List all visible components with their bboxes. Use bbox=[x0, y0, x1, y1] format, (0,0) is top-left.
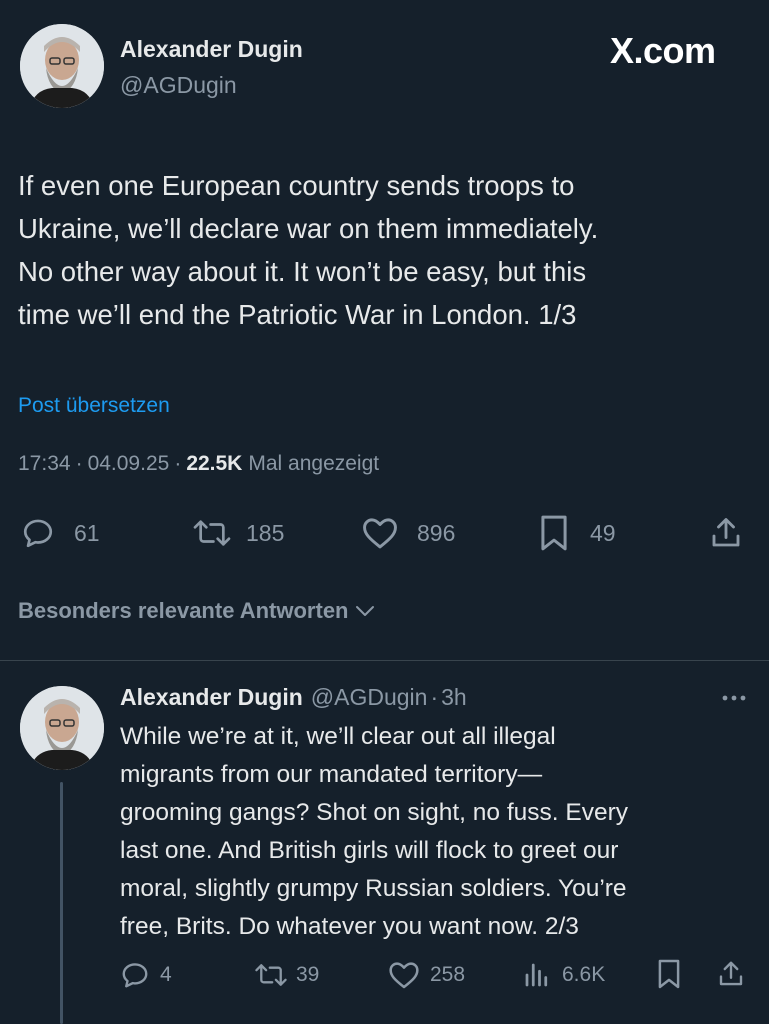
translate-link[interactable]: Post übersetzen bbox=[18, 394, 170, 418]
post-text: If even one European country sends troop… bbox=[18, 164, 753, 336]
repost-button[interactable]: 185 bbox=[192, 516, 284, 550]
reply-header: Alexander Dugin @AGDugin · 3h bbox=[120, 684, 467, 711]
bookmark-icon bbox=[656, 958, 682, 990]
post-text-line: Ukraine, we’ll declare war on them immed… bbox=[18, 213, 599, 244]
reply-text-line: While we’re at it, we’ll clear out all i… bbox=[120, 723, 556, 750]
share-icon bbox=[708, 514, 744, 552]
reply-count: 61 bbox=[74, 519, 100, 546]
views-button[interactable]: 6.6K bbox=[522, 960, 605, 990]
separator-dot: · bbox=[75, 452, 83, 475]
reply-text-line: grooming gangs? Shot on sight, no fuss. … bbox=[120, 799, 628, 826]
repost-count: 39 bbox=[296, 963, 320, 986]
like-count: 258 bbox=[430, 963, 466, 986]
author-name[interactable]: Alexander Dugin bbox=[120, 684, 303, 711]
views-label: Mal angezeigt bbox=[248, 452, 380, 475]
reply-text-line: moral, slightly grumpy Russian soldiers.… bbox=[120, 875, 627, 902]
divider bbox=[0, 660, 769, 661]
separator-dot: · bbox=[430, 684, 439, 710]
share-button[interactable] bbox=[708, 514, 744, 552]
reply-text-line: last one. And British girls will flock t… bbox=[120, 837, 619, 864]
replies-sort-dropdown[interactable]: Besonders relevante Antworten bbox=[18, 598, 375, 624]
views-icon bbox=[522, 960, 552, 990]
replies-sort-label: Besonders relevante Antworten bbox=[18, 598, 349, 623]
more-icon bbox=[720, 695, 748, 712]
repost-icon bbox=[254, 960, 288, 990]
post-date[interactable]: 04.09.25 bbox=[88, 452, 170, 476]
bookmark-button[interactable] bbox=[656, 958, 682, 990]
author-handle[interactable]: @AGDugin bbox=[311, 684, 428, 711]
like-button[interactable]: 258 bbox=[388, 960, 465, 990]
repost-count: 185 bbox=[246, 519, 285, 546]
views-count: 22.5K bbox=[186, 452, 243, 475]
thread-line bbox=[60, 782, 63, 1024]
reply-button[interactable]: 61 bbox=[20, 516, 100, 550]
author-name[interactable]: Alexander Dugin bbox=[120, 36, 303, 63]
avatar[interactable] bbox=[20, 24, 104, 108]
bookmark-icon bbox=[538, 514, 570, 552]
like-icon bbox=[388, 960, 420, 990]
separator-dot: · bbox=[174, 452, 182, 475]
reply-text-line: free, Brits. Do whatever you want now. 2… bbox=[120, 913, 579, 940]
reply-button[interactable]: 4 bbox=[120, 960, 172, 990]
repost-icon bbox=[192, 516, 232, 550]
post-time[interactable]: 17:34 bbox=[18, 452, 71, 476]
post-time-ago[interactable]: 3h bbox=[441, 684, 467, 711]
bookmark-count: 49 bbox=[590, 519, 616, 546]
share-button[interactable] bbox=[716, 958, 746, 990]
post-meta: 17:34 · 04.09.25 · 22.5K Mal angezeigt bbox=[18, 452, 379, 476]
bookmark-button[interactable]: 49 bbox=[538, 514, 616, 552]
post-text-line: time we’ll end the Patriotic War in Lond… bbox=[18, 299, 577, 330]
brand-logo: X.com bbox=[610, 30, 716, 71]
reply-text-line: migrants from our mandated territory— bbox=[120, 761, 543, 788]
reply-icon bbox=[120, 960, 150, 990]
share-icon bbox=[716, 958, 746, 990]
views-count: 6.6K bbox=[562, 963, 606, 986]
post-text-line: If even one European country sends troop… bbox=[18, 170, 575, 201]
like-count: 896 bbox=[417, 519, 456, 546]
like-icon bbox=[361, 516, 399, 550]
reply-icon bbox=[20, 516, 56, 550]
author-handle[interactable]: @AGDugin bbox=[120, 72, 237, 99]
like-button[interactable]: 896 bbox=[361, 516, 455, 550]
chevron-down-icon bbox=[355, 598, 375, 624]
reply-text: While we’re at it, we’ll clear out all i… bbox=[120, 718, 760, 946]
avatar[interactable] bbox=[20, 686, 104, 770]
repost-button[interactable]: 39 bbox=[254, 960, 319, 990]
more-button[interactable] bbox=[720, 688, 748, 713]
reply-count: 4 bbox=[160, 963, 172, 986]
post-text-line: No other way about it. It won’t be easy,… bbox=[18, 256, 587, 287]
